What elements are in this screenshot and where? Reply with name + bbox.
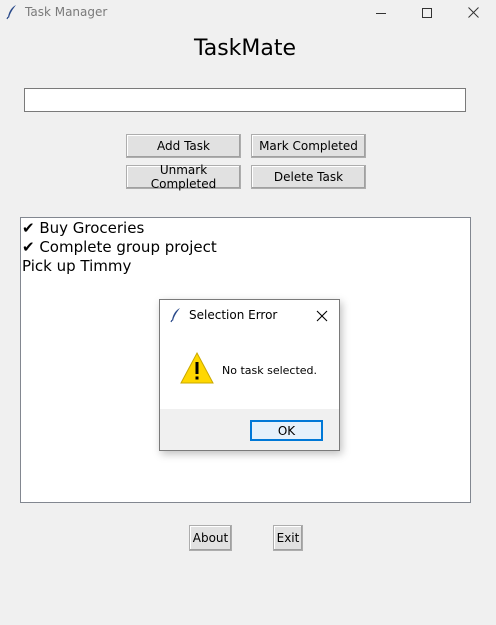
list-item[interactable]: ✔ Complete group project <box>22 238 470 257</box>
title-bar[interactable]: Task Manager <box>0 0 496 24</box>
mark-completed-button[interactable]: Mark Completed <box>251 134 366 158</box>
feather-icon <box>6 4 18 20</box>
about-button[interactable]: About <box>189 525 232 551</box>
ok-button[interactable]: OK <box>250 420 323 441</box>
unmark-completed-button[interactable]: Unmark Completed <box>126 163 241 191</box>
dialog-title: Selection Error <box>189 308 278 322</box>
warning-icon <box>180 351 214 385</box>
list-item[interactable]: Pick up Timmy <box>22 257 470 276</box>
dialog-body: No task selected. <box>160 330 339 409</box>
maximize-icon <box>422 3 432 22</box>
main-window: Task Manager TaskMate Add Task Mark Comp… <box>0 0 496 625</box>
exit-button[interactable]: Exit <box>273 525 303 551</box>
task-input[interactable] <box>24 88 466 112</box>
selection-error-dialog: Selection Error No task selected. OK <box>159 299 340 451</box>
app-heading: TaskMate <box>193 36 297 61</box>
close-icon[interactable] <box>315 308 329 322</box>
window-title: Task Manager <box>25 5 108 19</box>
add-task-button[interactable]: Add Task <box>126 134 241 158</box>
minimize-button[interactable] <box>358 0 404 24</box>
list-item[interactable]: ✔ Buy Groceries <box>22 219 470 238</box>
feather-icon <box>170 307 182 323</box>
dialog-message: No task selected. <box>222 364 318 377</box>
delete-task-button[interactable]: Delete Task <box>251 165 366 189</box>
close-button[interactable] <box>450 0 496 24</box>
maximize-button[interactable] <box>404 0 450 24</box>
dialog-footer: OK <box>160 409 339 450</box>
minimize-icon <box>376 3 386 22</box>
dialog-title-bar[interactable]: Selection Error <box>160 300 339 330</box>
close-icon <box>467 3 479 22</box>
